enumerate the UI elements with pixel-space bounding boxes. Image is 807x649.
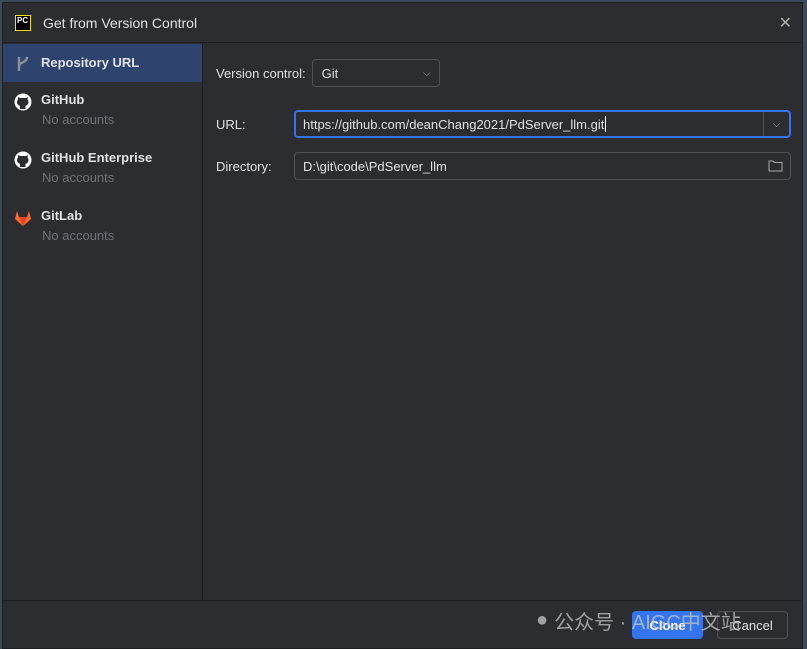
sidebar-item-label: GitHub (41, 92, 85, 107)
vcs-value: Git (321, 65, 339, 81)
sidebar-item-label: GitHub Enterprise (41, 150, 153, 165)
sidebar-item-gitlab[interactable]: GitLab No accounts (3, 198, 202, 256)
vcs-label: Version control: (216, 65, 306, 81)
main-panel: Version control: Git ⌵ URL: https://githu… (204, 44, 802, 600)
sidebar-item-status: No accounts (42, 112, 115, 127)
dialog-title: Get from Version Control (43, 14, 198, 31)
clone-button[interactable]: Clone (632, 611, 703, 639)
close-icon[interactable]: ✕ (779, 13, 792, 33)
sidebar-item-github-enterprise[interactable]: GitHub Enterprise No accounts (3, 140, 202, 198)
sidebar: Repository URL GitHub No accounts GitHub… (3, 44, 203, 600)
github-icon (14, 151, 32, 169)
directory-value: D:\git\code\PdServer_llm (303, 158, 447, 174)
cancel-button[interactable]: Cancel (717, 611, 788, 639)
chevron-down-icon: ⌵ (772, 118, 781, 130)
sidebar-item-repository-url[interactable]: Repository URL (3, 44, 202, 82)
pycharm-logo-icon: PC (15, 14, 31, 31)
directory-input[interactable]: D:\git\code\PdServer_llm (294, 152, 791, 180)
chevron-down-icon: ⌵ (423, 67, 431, 79)
sidebar-item-label: Repository URL (41, 55, 140, 70)
sidebar-item-label: GitLab (41, 208, 83, 223)
sidebar-item-status: No accounts (42, 170, 115, 185)
footer: Clone Cancel (3, 600, 802, 648)
url-history-dropdown[interactable]: ⌵ (763, 112, 789, 136)
vcs-select[interactable]: Git ⌵ (311, 59, 440, 87)
url-input[interactable]: https://github.com/deanChang2021/PdServe… (294, 110, 791, 138)
title-bar: PC Get from Version Control ✕ (3, 3, 802, 43)
url-value: https://github.com/deanChang2021/PdServe… (303, 116, 605, 132)
github-icon (14, 93, 32, 111)
sidebar-item-status: No accounts (42, 228, 115, 243)
sidebar-item-github[interactable]: GitHub No accounts (3, 82, 202, 140)
dialog: PC Get from Version Control ✕ Repository… (2, 2, 803, 649)
folder-icon[interactable] (768, 159, 783, 172)
gitlab-icon (15, 211, 31, 226)
vcs-branch-icon (17, 56, 29, 71)
directory-label: Directory: (216, 158, 272, 174)
url-label: URL: (216, 116, 246, 132)
